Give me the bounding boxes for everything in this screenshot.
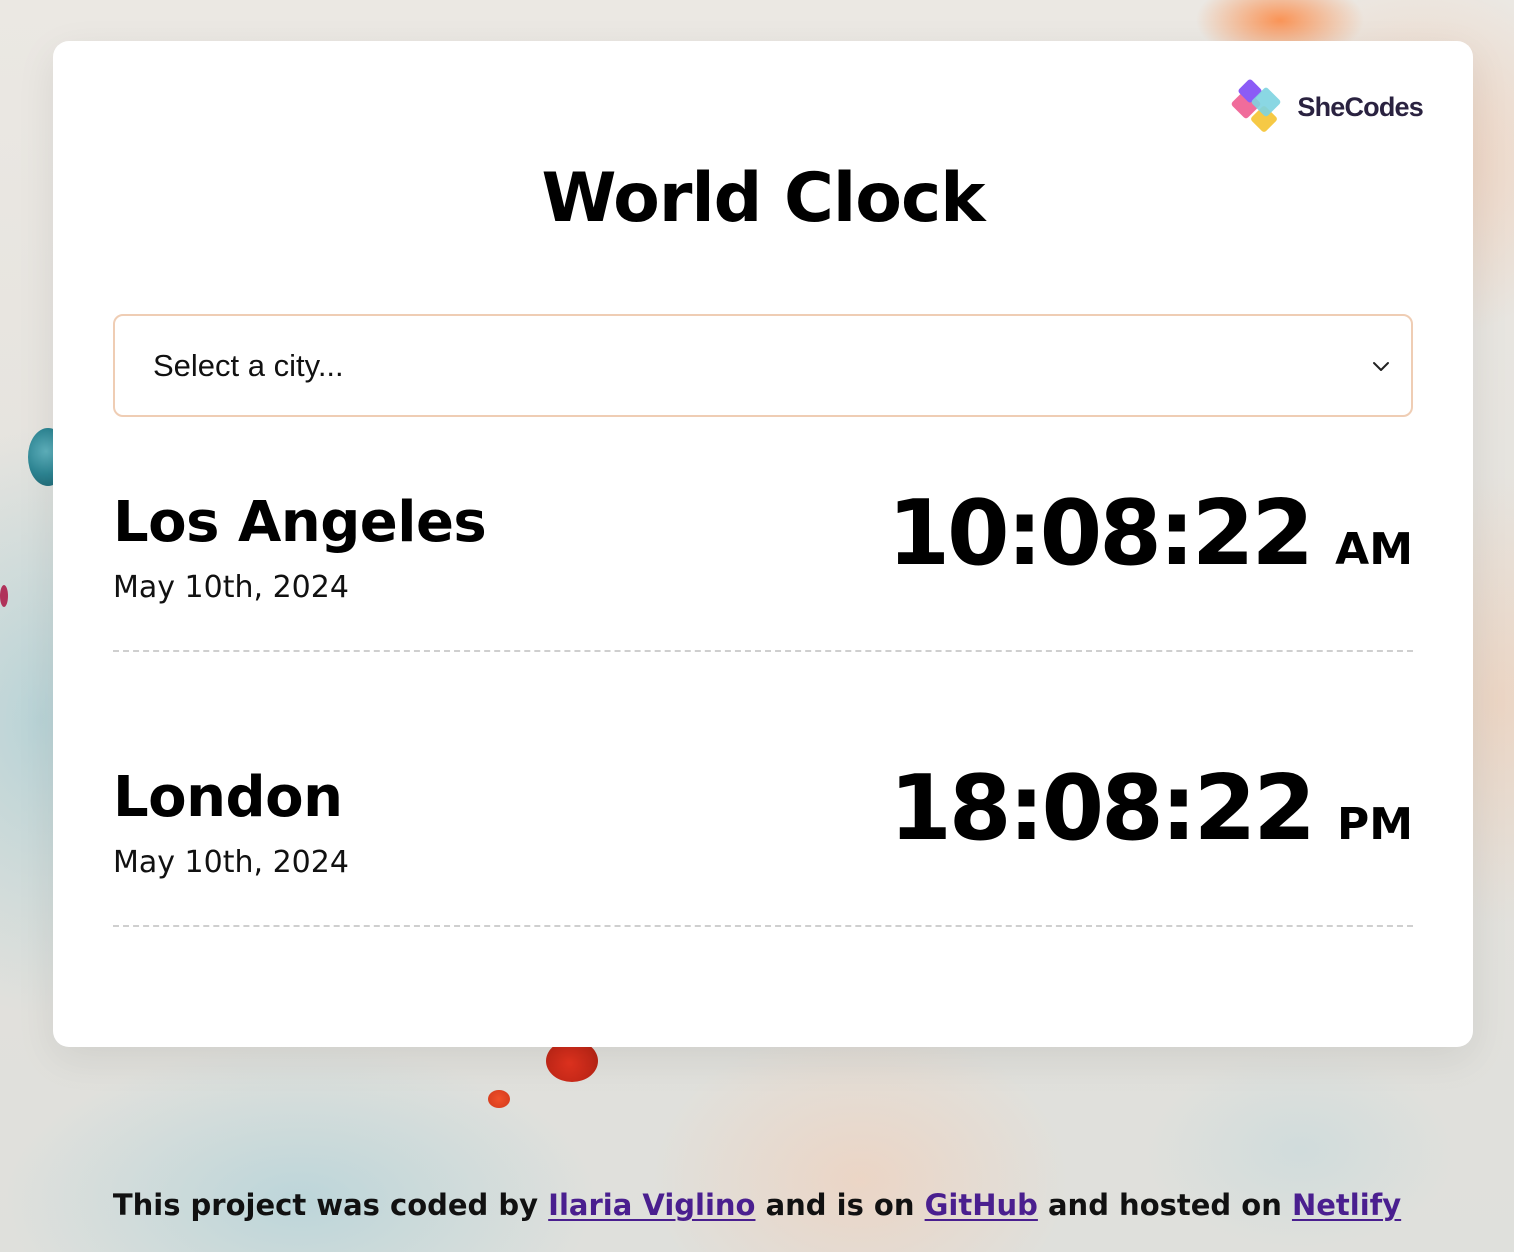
city-row-los-angeles: Los Angeles May 10th, 2024 10:08:22 AM: [113, 417, 1413, 652]
background-paint-drop: [0, 585, 8, 607]
author-link[interactable]: Ilaria Viglino: [548, 1188, 755, 1222]
time-value: 10:08:22: [887, 481, 1314, 586]
footer-credits: This project was coded by Ilaria Viglino…: [0, 1188, 1514, 1222]
footer-text: This project was coded by: [112, 1188, 549, 1222]
time-period: PM: [1336, 799, 1413, 850]
page-title: World Clock: [541, 159, 986, 238]
netlify-link[interactable]: Netlify: [1292, 1188, 1401, 1222]
shecodes-brand[interactable]: SheCodes: [1229, 79, 1424, 135]
world-clock-card: SheCodes World Clock Select a city... Lo…: [53, 41, 1473, 1047]
footer-text: and is on: [755, 1188, 925, 1222]
chevron-down-icon: [1373, 361, 1389, 371]
city-select[interactable]: Select a city...: [113, 314, 1413, 417]
city-name: Los Angeles: [113, 490, 487, 555]
city-time: 10:08:22 AM: [887, 489, 1413, 579]
city-time: 18:08:22 PM: [889, 764, 1413, 854]
city-date: May 10th, 2024: [113, 570, 349, 605]
city-row-london: London May 10th, 2024 18:08:22 PM: [113, 692, 1413, 927]
city-date: May 10th, 2024: [113, 845, 349, 880]
background-paint-drop: [488, 1090, 510, 1108]
city-select-value: Select a city...: [153, 347, 344, 383]
time-value: 18:08:22: [889, 756, 1316, 861]
city-name: London: [113, 765, 343, 830]
footer-text: and hosted on: [1037, 1188, 1292, 1222]
time-period: AM: [1335, 524, 1413, 575]
shecodes-logo-text: SheCodes: [1297, 91, 1423, 122]
github-link[interactable]: GitHub: [925, 1188, 1038, 1222]
shecodes-logo-icon: [1232, 79, 1281, 132]
